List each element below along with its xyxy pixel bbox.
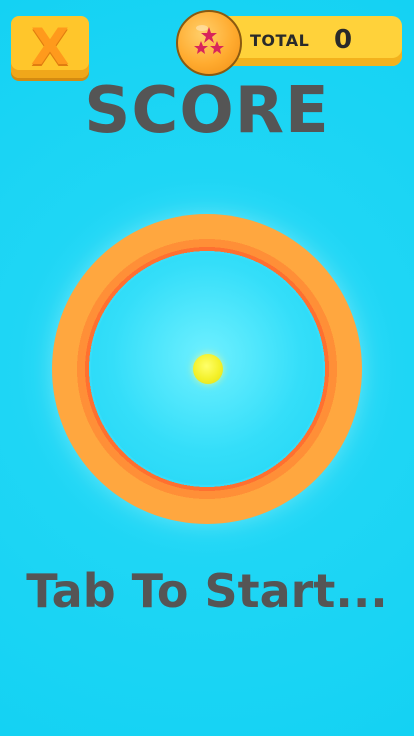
score-title: SCORE [84,74,330,148]
total-panel: TOTAL 0 [214,16,402,66]
tap-to-start-prompt[interactable]: Tab To Start... [0,564,414,618]
close-button[interactable]: X [11,16,89,78]
total-value: 0 [334,25,353,55]
ball [193,354,223,384]
total-label: TOTAL [250,31,310,50]
close-label: X [30,18,70,76]
dragon-ball-icon [176,10,242,76]
